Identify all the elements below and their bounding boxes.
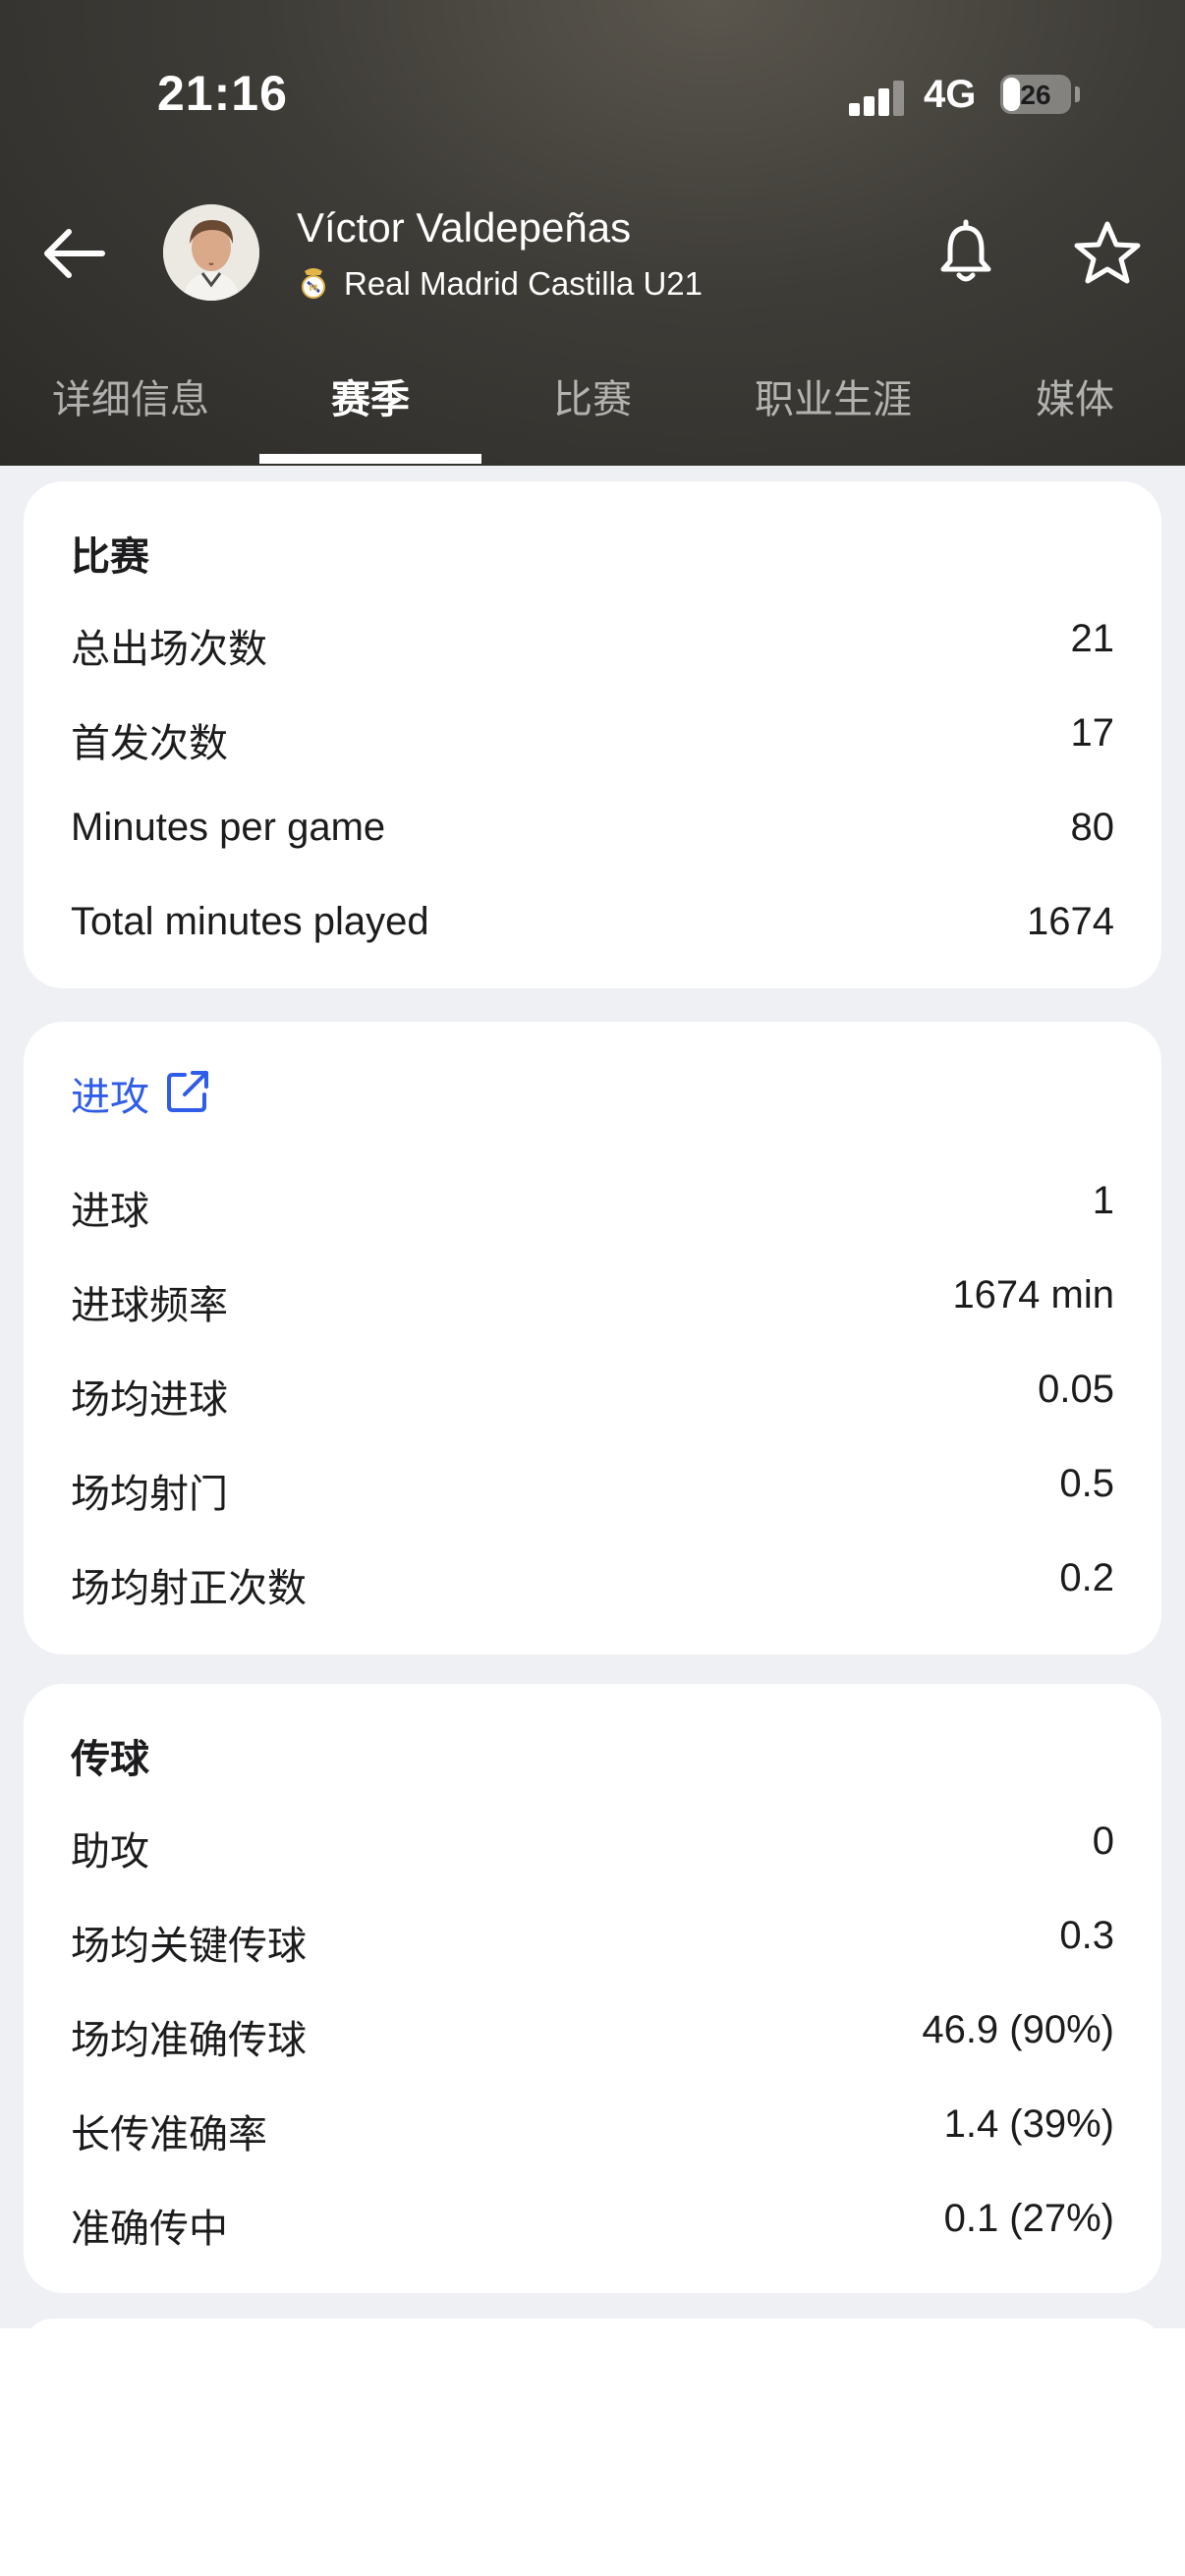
stat-row: 总出场次数 21 bbox=[71, 617, 1114, 676]
player-photo bbox=[163, 204, 259, 301]
stat-row: 长传准确率 1.4 (39%) bbox=[71, 2102, 1114, 2161]
battery-nub bbox=[1075, 86, 1080, 102]
tab-media[interactable]: 媒体 bbox=[987, 364, 1163, 466]
stat-label: 进球 bbox=[71, 1190, 149, 1233]
stat-label: 首发次数 bbox=[71, 722, 228, 765]
stat-value: 0.3 bbox=[1059, 1914, 1114, 1957]
next-card-peek bbox=[24, 2319, 1161, 2378]
player-avatar[interactable] bbox=[163, 204, 259, 301]
club-name: Real Madrid Castilla U21 bbox=[344, 265, 703, 302]
stat-value: 1.4 (39%) bbox=[943, 2102, 1114, 2146]
stat-row: Total minutes played 1674 bbox=[71, 900, 1114, 959]
tab-bar: 详细信息 赛季 比赛 职业生涯 媒体 bbox=[0, 364, 1185, 466]
follow-button[interactable] bbox=[1071, 218, 1144, 287]
stat-label: 场均关键传球 bbox=[71, 1925, 307, 1968]
matches-title: 比赛 bbox=[71, 535, 149, 579]
stat-label: 场均射正次数 bbox=[71, 1567, 307, 1610]
star-icon bbox=[1074, 221, 1141, 284]
player-name: Víctor Valdepeñas bbox=[297, 204, 632, 251]
stat-row: 助攻 0 bbox=[71, 1820, 1114, 1878]
tab-matches[interactable]: 比赛 bbox=[481, 364, 704, 466]
stat-label: 总出场次数 bbox=[71, 628, 267, 671]
stat-value: 0.1 (27%) bbox=[943, 2197, 1114, 2240]
stat-label: 助攻 bbox=[71, 1830, 149, 1874]
stat-label: 场均准确传球 bbox=[71, 2019, 307, 2062]
bell-icon bbox=[940, 219, 991, 282]
stat-row: 进球 1 bbox=[71, 1179, 1114, 1238]
stat-value: 0.2 bbox=[1059, 1556, 1114, 1599]
stat-row: 场均关键传球 0.3 bbox=[71, 1914, 1114, 1973]
stat-value: 0.05 bbox=[1038, 1368, 1114, 1411]
passing-title: 传球 bbox=[71, 1738, 149, 1781]
stat-row: Minutes per game 80 bbox=[71, 806, 1114, 865]
stat-value: 80 bbox=[1070, 806, 1115, 849]
network-type: 4G bbox=[924, 73, 977, 116]
stat-row: 准确传中 0.1 (27%) bbox=[71, 2197, 1114, 2256]
stat-label: 长传准确率 bbox=[71, 2113, 267, 2156]
stat-value: 1674 min bbox=[952, 1273, 1114, 1316]
active-tab-indicator bbox=[259, 454, 481, 464]
notifications-button[interactable] bbox=[933, 218, 998, 287]
battery-level: 26 bbox=[1020, 80, 1051, 110]
back-button[interactable] bbox=[39, 218, 110, 289]
stat-label: Minutes per game bbox=[71, 806, 386, 849]
stat-row: 进球频率 1674 min bbox=[71, 1273, 1114, 1332]
status-time: 21:16 bbox=[157, 66, 288, 121]
stat-label: 进球频率 bbox=[71, 1284, 228, 1327]
stat-row: 场均射门 0.5 bbox=[71, 1462, 1114, 1521]
stat-row: 首发次数 17 bbox=[71, 711, 1114, 770]
stat-row: 场均射正次数 0.2 bbox=[71, 1556, 1114, 1615]
external-link-icon[interactable] bbox=[165, 1069, 210, 1114]
tab-career[interactable]: 职业生涯 bbox=[707, 364, 959, 466]
battery-icon: 26 bbox=[1000, 75, 1071, 114]
back-arrow-icon bbox=[44, 229, 105, 278]
stat-value: 1 bbox=[1092, 1179, 1114, 1222]
stat-value: 21 bbox=[1070, 617, 1115, 660]
player-header: 21:16 4G 26 Víctor Valdepeñas M Real Mad… bbox=[0, 0, 1185, 466]
tab-details[interactable]: 详细信息 bbox=[20, 364, 242, 466]
club-crest-icon: M bbox=[302, 268, 325, 299]
signal-strength-icon bbox=[849, 81, 906, 116]
passing-card: 传球 助攻 0 场均关键传球 0.3 场均准确传球 46.9 (90%) 长传准… bbox=[24, 1684, 1161, 2293]
tab-season[interactable]: 赛季 bbox=[259, 364, 481, 466]
attack-card: 进攻 进球 1 进球频率 1674 min 场均进球 0.05 场均射门 0.5… bbox=[24, 1022, 1161, 1654]
stat-label: 场均射门 bbox=[71, 1473, 228, 1516]
stat-row: 场均进球 0.05 bbox=[71, 1368, 1114, 1427]
season-stats: 比赛 总出场次数 21 首发次数 17 Minutes per game 80 … bbox=[0, 466, 1185, 2378]
stat-row: 场均准确传球 46.9 (90%) bbox=[71, 2008, 1114, 2067]
matches-card: 比赛 总出场次数 21 首发次数 17 Minutes per game 80 … bbox=[24, 481, 1161, 988]
stat-label: Total minutes played bbox=[71, 900, 429, 943]
stat-value: 0 bbox=[1092, 1820, 1114, 1863]
stat-value: 0.5 bbox=[1059, 1462, 1114, 1505]
stat-value: 1674 bbox=[1027, 900, 1114, 943]
stat-label: 场均进球 bbox=[71, 1378, 228, 1422]
stat-value: 46.9 (90%) bbox=[922, 2008, 1114, 2051]
stat-label: 准确传中 bbox=[71, 2208, 228, 2251]
stat-value: 17 bbox=[1070, 711, 1115, 755]
attack-title-link[interactable]: 进攻 bbox=[71, 1065, 149, 1122]
svg-text:M: M bbox=[310, 284, 318, 294]
